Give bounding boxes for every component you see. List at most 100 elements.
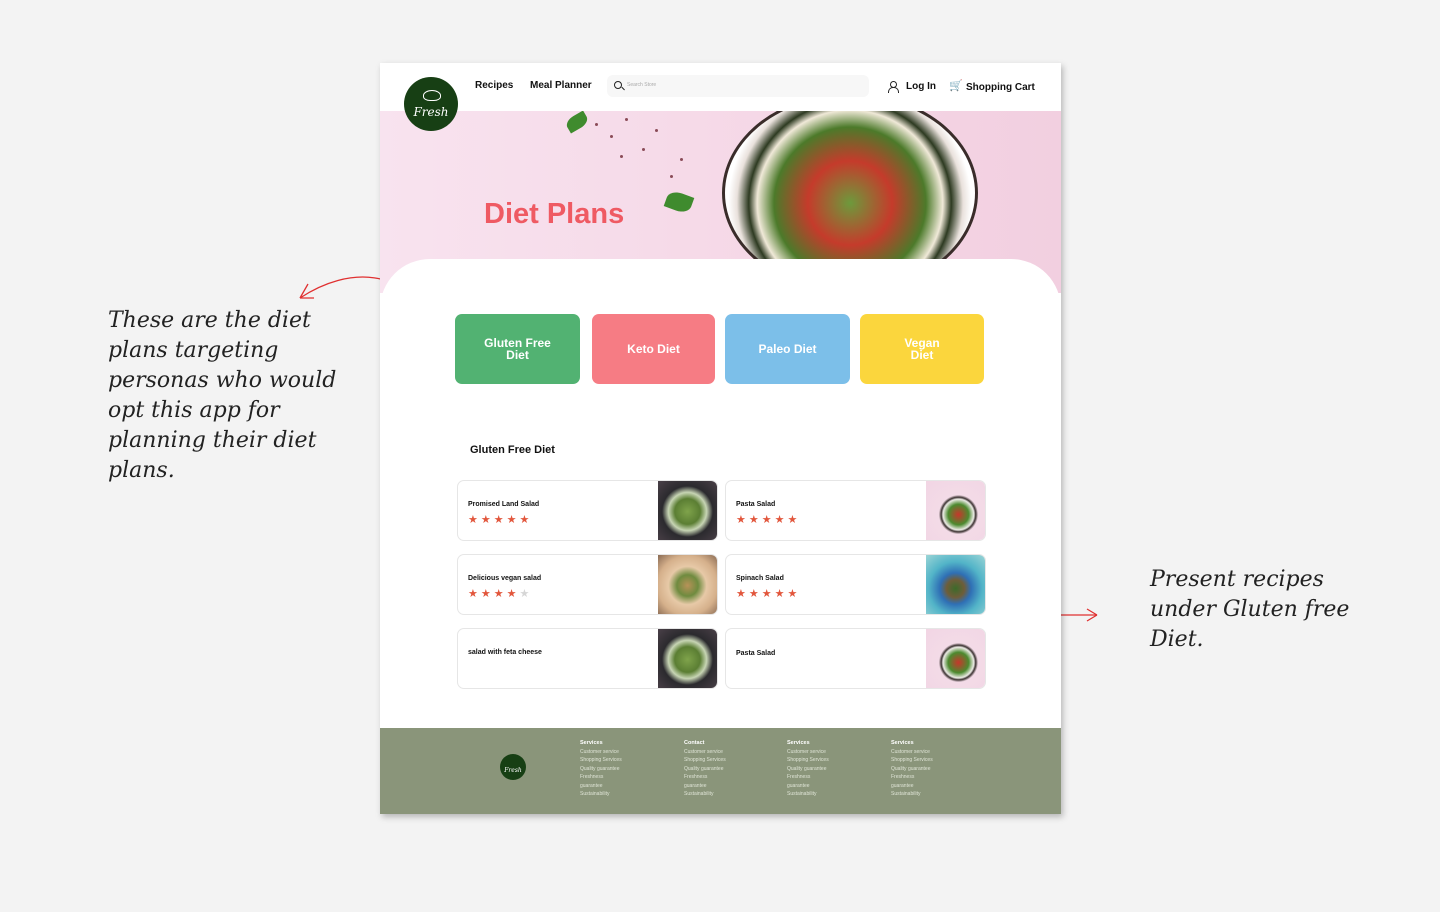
recipe-card[interactable]: Promised Land Salad ★ ★ ★ ★ ★ — [457, 480, 718, 541]
footer-link[interactable]: Quality guarantee — [580, 765, 660, 773]
star-icon: ★ — [493, 588, 504, 600]
star-icon: ★ — [787, 588, 798, 600]
recipe-card[interactable]: Spinach Salad ★ ★ ★ ★ ★ — [725, 554, 986, 615]
user-icon[interactable] — [888, 81, 899, 93]
star-icon: ★ — [506, 588, 517, 600]
star-icon: ★ — [761, 588, 772, 600]
footer-link[interactable]: Shopping Services — [891, 756, 971, 764]
star-icon: ★ — [493, 514, 504, 526]
recipe-image — [658, 629, 717, 688]
footer-link[interactable]: Sustainability — [580, 790, 660, 798]
search-placeholder: Search Store — [627, 82, 657, 88]
shopping-cart-icon[interactable]: 🛒 — [949, 81, 963, 92]
recipe-card[interactable]: salad with feta cheese — [457, 628, 718, 689]
footer-link[interactable]: Customer service — [787, 748, 867, 756]
footer-link[interactable]: Quality guarantee — [891, 765, 971, 773]
footer-link[interactable]: Sustainability — [787, 790, 867, 798]
footer-link[interactable]: guarantee — [580, 782, 660, 790]
recipe-name: Promised Land Salad — [468, 501, 540, 508]
footer-column-title: Services — [787, 740, 810, 746]
footer-link[interactable]: guarantee — [684, 782, 764, 790]
star-icon: ★ — [748, 514, 759, 526]
footer-link[interactable]: Quality guarantee — [684, 765, 764, 773]
recipe-card[interactable]: Pasta Salad — [725, 628, 986, 689]
main-panel: Gluten Free Diet Keto Diet Paleo Diet Ve… — [380, 259, 1061, 729]
footer-column: Services Customer service Shopping Servi… — [787, 740, 867, 798]
recipe-name: Pasta Salad — [736, 501, 776, 508]
footer: Fresh Services Customer service Shopping… — [380, 728, 1061, 814]
star-icon: ★ — [468, 588, 478, 600]
star-icon: ★ — [480, 514, 491, 526]
footer-link[interactable]: Customer service — [684, 748, 764, 756]
search-icon — [614, 81, 622, 89]
footer-link[interactable]: Freshness — [684, 773, 764, 781]
annotation-left-note: These are the diet plans targeting perso… — [108, 308, 337, 483]
star-icon: ★ — [519, 514, 530, 526]
shopping-cart-link[interactable]: Shopping Cart — [966, 82, 1035, 93]
diet-button-gluten-free[interactable]: Gluten Free Diet — [455, 314, 580, 384]
star-icon: ★ — [736, 514, 746, 526]
annotation-right-note: Present recipes under Gluten free Diet. — [1150, 567, 1350, 652]
diet-button-vegan[interactable]: Vegan Diet — [860, 314, 984, 384]
star-icon: ★ — [506, 514, 517, 526]
footer-link[interactable]: Shopping Services — [787, 756, 867, 764]
footer-link[interactable]: Customer service — [580, 748, 660, 756]
recipe-image — [926, 481, 985, 540]
diet-button-paleo[interactable]: Paleo Diet — [725, 314, 850, 384]
recipe-image — [926, 629, 985, 688]
hero-herb-image — [663, 189, 695, 215]
footer-link[interactable]: Freshness — [787, 773, 867, 781]
rating-stars: ★ ★ ★ ★ ★ — [736, 515, 797, 526]
star-icon: ★ — [787, 514, 798, 526]
rating-stars: ★ ★ ★ ★ ★ — [736, 589, 797, 600]
star-icon: ★ — [761, 514, 772, 526]
footer-column-title: Services — [891, 740, 914, 746]
recipe-image — [658, 555, 717, 614]
section-title: Gluten Free Diet — [470, 444, 555, 456]
recipe-image — [926, 555, 985, 614]
recipe-card[interactable]: Delicious vegan salad ★ ★ ★ ★ ★ — [457, 554, 718, 615]
hero-herb-image — [563, 110, 591, 134]
search-input[interactable]: Search Store — [607, 75, 869, 97]
recipe-name: salad with feta cheese — [468, 649, 542, 656]
star-icon: ★ — [736, 588, 746, 600]
rating-stars: ★ ★ ★ ★ ★ — [468, 515, 529, 526]
fresh-logo[interactable]: Fresh — [404, 77, 458, 131]
footer-link[interactable]: guarantee — [787, 782, 867, 790]
nav-link-meal-planner[interactable]: Meal Planner — [530, 80, 592, 91]
star-icon: ★ — [774, 588, 785, 600]
footer-link[interactable]: Freshness — [891, 773, 971, 781]
footer-link[interactable]: Customer service — [891, 748, 971, 756]
login-link[interactable]: Log In — [906, 81, 936, 92]
recipe-image — [658, 481, 717, 540]
footer-link[interactable]: Sustainability — [891, 790, 971, 798]
page-title: Diet Plans — [484, 198, 625, 230]
right-arrow-head — [1086, 608, 1098, 622]
footer-link[interactable]: Freshness — [580, 773, 660, 781]
recipe-name: Pasta Salad — [736, 650, 776, 657]
star-icon: ★ — [480, 588, 491, 600]
star-icon: ★ — [519, 588, 530, 600]
footer-link[interactable]: guarantee — [891, 782, 971, 790]
footer-column-title: Contact — [684, 740, 705, 746]
footer-logo[interactable]: Fresh — [500, 754, 526, 780]
leaf-icon — [423, 90, 441, 101]
recipe-name: Spinach Salad — [736, 575, 784, 582]
footer-link[interactable]: Shopping Services — [684, 756, 764, 764]
footer-column: Services Customer service Shopping Servi… — [891, 740, 971, 798]
footer-link[interactable]: Sustainability — [684, 790, 764, 798]
recipe-name: Delicious vegan salad — [468, 575, 542, 582]
footer-column: Services Customer service Shopping Servi… — [580, 740, 660, 798]
footer-column-title: Services — [580, 740, 603, 746]
star-icon: ★ — [748, 588, 759, 600]
diet-button-keto[interactable]: Keto Diet — [592, 314, 715, 384]
app-frame: Diet Plans Recipes Meal Planner Search S… — [380, 63, 1061, 814]
left-arrow-head — [299, 283, 314, 299]
nav-link-recipes[interactable]: Recipes — [475, 80, 513, 91]
recipe-card[interactable]: Pasta Salad ★ ★ ★ ★ ★ — [725, 480, 986, 541]
star-icon: ★ — [468, 514, 478, 526]
footer-link[interactable]: Quality guarantee — [787, 765, 867, 773]
footer-link[interactable]: Shopping Services — [580, 756, 660, 764]
top-nav: Recipes Meal Planner Search Store Log In… — [380, 63, 1061, 111]
rating-stars: ★ ★ ★ ★ ★ — [468, 589, 529, 600]
